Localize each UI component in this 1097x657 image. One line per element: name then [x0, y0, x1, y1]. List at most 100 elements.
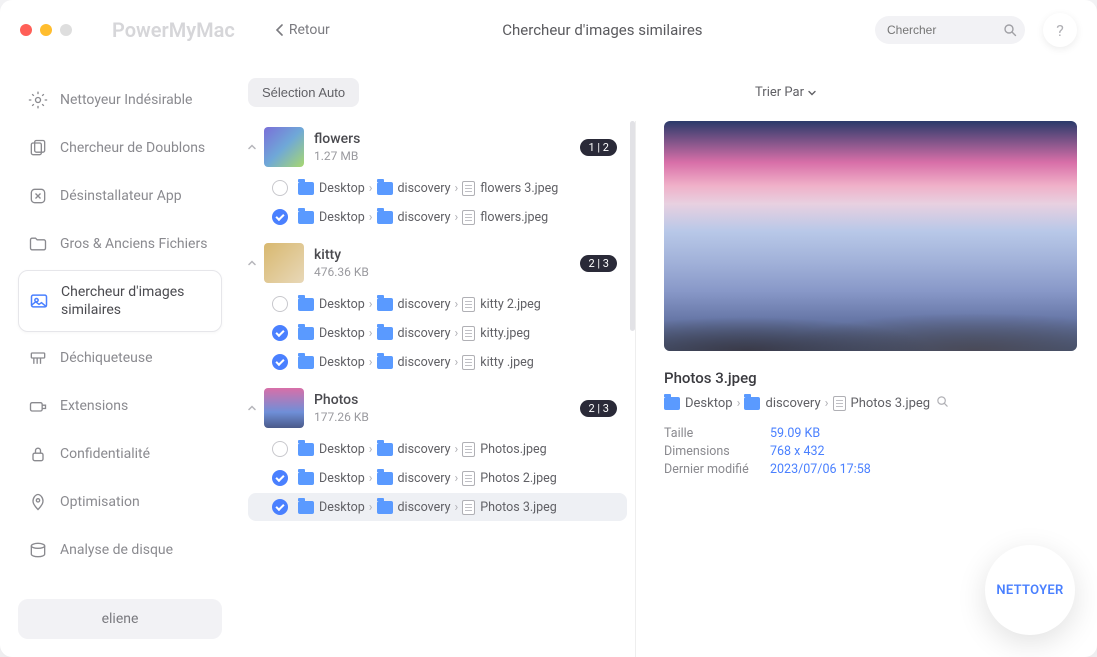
file-name: flowers 3.jpeg — [480, 181, 558, 196]
chevron-right-icon: › — [369, 326, 373, 341]
chevron-right-icon: › — [369, 500, 373, 515]
file-name: Photos.jpeg — [480, 442, 546, 457]
file-name: Photos 2.jpeg — [480, 471, 557, 486]
user-pill[interactable]: eliene — [18, 599, 222, 639]
search-icon[interactable] — [1003, 22, 1017, 41]
sidebar-item-optimization[interactable]: Optimisation — [18, 480, 222, 524]
file-row[interactable]: Desktop›discovery›Photos.jpeg — [248, 435, 627, 463]
sidebar-item-disk-analyze[interactable]: Analyse de disque — [18, 528, 222, 572]
folder-icon — [298, 472, 314, 485]
sidebar-item-shredder[interactable]: Déchiqueteuse — [18, 336, 222, 380]
results-list: flowers1.27 MB1 | 2Desktop›discovery›flo… — [240, 121, 635, 657]
folder-icon — [298, 182, 314, 195]
folder-icon — [377, 472, 393, 485]
checkbox[interactable] — [272, 354, 288, 370]
meta-label: Dernier modifié — [664, 462, 770, 477]
crumb: discovery — [398, 326, 451, 341]
image-icon — [29, 291, 49, 311]
auto-select-button[interactable]: Sélection Auto — [248, 78, 359, 107]
checkbox[interactable] — [272, 470, 288, 486]
crumb[interactable]: Desktop — [685, 396, 733, 411]
crumb: Desktop — [319, 500, 365, 515]
file-row[interactable]: Desktop›discovery›kitty 2.jpeg — [248, 290, 627, 318]
chevron-right-icon: › — [369, 471, 373, 486]
group-header[interactable]: kitty476.36 KB2 | 3 — [240, 237, 635, 289]
checkbox[interactable] — [272, 180, 288, 196]
crumb: Desktop — [319, 181, 365, 196]
crumb[interactable]: discovery — [765, 396, 820, 411]
group-name: Photos — [314, 392, 580, 408]
group-thumbnail — [264, 388, 304, 428]
chevron-right-icon: › — [825, 396, 829, 411]
checkbox[interactable] — [272, 296, 288, 312]
chevron-up-icon[interactable] — [240, 257, 264, 269]
crumb-file[interactable]: Photos 3.jpeg — [851, 396, 931, 411]
meta-size: Taille 59.09 KB — [664, 426, 1077, 441]
page-title: Chercheur d'images similaires — [330, 21, 875, 39]
sidebar-item-extensions[interactable]: Extensions — [18, 384, 222, 428]
group-name: flowers — [314, 131, 580, 147]
file-icon — [462, 500, 475, 515]
sort-button[interactable]: Trier Par — [755, 85, 817, 100]
clean-button[interactable]: NETTOYER — [985, 545, 1075, 635]
sidebar-item-label: Extensions — [60, 397, 128, 415]
result-group: Photos177.26 KB2 | 3Desktop›discovery›Ph… — [240, 382, 635, 521]
chevron-right-icon: › — [455, 181, 459, 196]
sidebar-item-privacy[interactable]: Confidentialité — [18, 432, 222, 476]
crumb: Desktop — [319, 297, 365, 312]
checkbox[interactable] — [272, 499, 288, 515]
crumb: Desktop — [319, 471, 365, 486]
chevron-up-icon[interactable] — [240, 141, 264, 153]
checkbox[interactable] — [272, 325, 288, 341]
chevron-right-icon: › — [455, 471, 459, 486]
sidebar-item-duplicate-finder[interactable]: Chercheur de Doublons — [18, 126, 222, 170]
help-button[interactable]: ? — [1043, 13, 1077, 47]
shredder-icon — [28, 348, 48, 368]
folder-icon — [298, 211, 314, 224]
meta-value: 59.09 KB — [770, 426, 820, 441]
group-count-badge: 2 | 3 — [580, 255, 617, 272]
back-button[interactable]: Retour — [275, 22, 330, 38]
meta-modified: Dernier modifié 2023/07/06 17:58 — [664, 462, 1077, 477]
sidebar-item-app-uninstaller[interactable]: Désinstallateur App — [18, 174, 222, 218]
sidebar-item-label: Désinstallateur App — [60, 187, 182, 205]
sidebar-item-large-old-files[interactable]: Gros & Anciens Fichiers — [18, 222, 222, 266]
file-row[interactable]: Desktop›discovery›Photos 2.jpeg — [248, 464, 627, 492]
reveal-icon[interactable] — [936, 395, 949, 412]
sidebar-item-label: Analyse de disque — [60, 541, 173, 559]
file-row[interactable]: Desktop›discovery›kitty.jpeg — [248, 319, 627, 347]
header: PowerMyMac Retour Chercheur d'images sim… — [0, 0, 1097, 60]
app-icon — [28, 186, 48, 206]
sidebar-item-similar-images[interactable]: Chercheur d'images similaires — [18, 270, 222, 332]
crumb: discovery — [398, 500, 451, 515]
result-group: kitty476.36 KB2 | 3Desktop›discovery›kit… — [240, 237, 635, 376]
maximize-window-button[interactable] — [60, 24, 72, 36]
crumb: discovery — [398, 297, 451, 312]
group-header[interactable]: flowers1.27 MB1 | 2 — [240, 121, 635, 173]
chevron-left-icon — [275, 24, 285, 36]
sidebar-item-junk-cleaner[interactable]: Nettoyeur Indésirable — [18, 78, 222, 122]
file-row[interactable]: Desktop›discovery›flowers 3.jpeg — [248, 174, 627, 202]
chevron-up-icon[interactable] — [240, 402, 264, 414]
checkbox[interactable] — [272, 209, 288, 225]
preview-path: Desktop › discovery › Photos 3.jpeg — [664, 395, 1077, 412]
group-name: kitty — [314, 247, 580, 263]
scrollbar-thumb[interactable] — [630, 121, 635, 331]
group-size: 177.26 KB — [314, 410, 580, 424]
minimize-window-button[interactable] — [40, 24, 52, 36]
meta-label: Dimensions — [664, 444, 770, 459]
close-window-button[interactable] — [20, 24, 32, 36]
file-icon — [462, 326, 475, 341]
file-row[interactable]: Desktop›discovery›Photos 3.jpeg — [248, 493, 627, 521]
chevron-down-icon — [807, 88, 817, 98]
group-header[interactable]: Photos177.26 KB2 | 3 — [240, 382, 635, 434]
group-thumbnail — [264, 127, 304, 167]
toolbar: Sélection Auto Trier Par — [240, 78, 1077, 107]
file-row[interactable]: Desktop›discovery›kitty .jpeg — [248, 348, 627, 376]
checkbox[interactable] — [272, 441, 288, 457]
chevron-right-icon: › — [369, 210, 373, 225]
file-row[interactable]: Desktop›discovery›flowers.jpeg — [248, 203, 627, 231]
chevron-right-icon: › — [369, 297, 373, 312]
sidebar-item-label: Gros & Anciens Fichiers — [60, 235, 207, 253]
chevron-right-icon: › — [737, 396, 741, 411]
